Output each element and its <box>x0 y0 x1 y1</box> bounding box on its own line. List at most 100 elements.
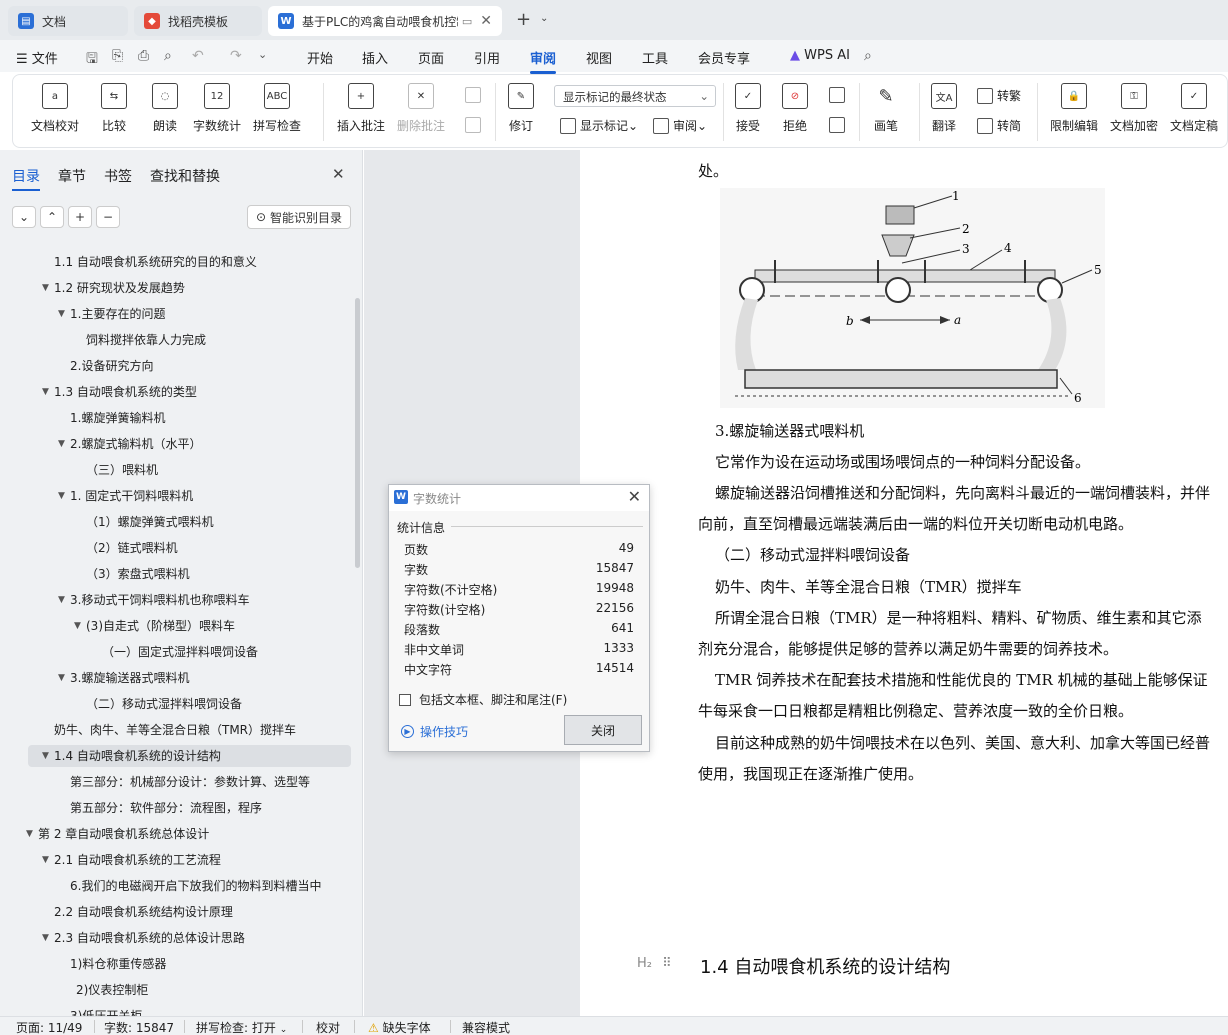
scrollbar-thumb[interactable] <box>355 298 360 568</box>
close-tab-icon[interactable]: ✕ <box>480 13 492 29</box>
next-comment-button[interactable] <box>465 117 485 133</box>
toc-item[interactable]: ▼ 1.主要存在的问题 <box>0 303 355 325</box>
menu-reference[interactable]: 引用 <box>474 48 500 67</box>
tab-bookmarks[interactable]: 书签 <box>104 166 132 186</box>
monitor-icon[interactable]: ▭ <box>462 15 472 28</box>
wps-ai-button[interactable]: ▲ WPS AI <box>790 48 850 63</box>
toc-item[interactable]: ▼ 1.2 研究现状及发展趋势 <box>0 277 355 299</box>
print-preview-icon[interactable]: ⌕ <box>164 48 172 64</box>
tab-docs[interactable]: ▤ 文档 <box>8 6 128 36</box>
insert-comment-button[interactable]: + 插入批注 <box>337 83 385 143</box>
reject-button[interactable]: ⊘ 拒绝 <box>782 83 808 143</box>
toc-item[interactable]: 第三部分：机械部分设计：参数计算、选型等 <box>0 771 355 793</box>
spell-check-status[interactable]: 拼写检查: 打开 ⌄ <box>196 1019 287 1035</box>
expand-arrow-icon[interactable]: ▼ <box>26 823 33 845</box>
restrict-edit-button[interactable]: 🔒 限制编辑 <box>1050 83 1098 143</box>
expand-down-button[interactable]: ⌄ <box>12 206 36 228</box>
expand-arrow-icon[interactable]: ▼ <box>58 589 65 611</box>
export-icon[interactable]: ⎘ <box>112 48 123 64</box>
toc-item[interactable]: ▼ 3.螺旋输送器式喂料机 <box>0 667 355 689</box>
revise-button[interactable]: ✎ 修订 <box>508 83 534 143</box>
toc-item[interactable]: 6.我们的电磁阀开启下放我们的物料到料槽当中 <box>0 875 355 897</box>
next-change-button[interactable] <box>829 117 849 133</box>
toc-item[interactable]: （3）索盘式喂料机 <box>0 563 355 585</box>
to-traditional-button[interactable]: 转繁 <box>977 87 1021 104</box>
menu-view[interactable]: 视图 <box>586 48 612 67</box>
expand-arrow-icon[interactable]: ▼ <box>42 849 49 871</box>
close-icon[interactable]: ✕ <box>628 487 641 506</box>
expand-arrow-icon[interactable]: ▼ <box>58 303 65 325</box>
file-menu[interactable]: ☰ 文件 <box>16 48 58 67</box>
dialog-titlebar[interactable]: W 字数统计 ✕ <box>389 485 649 511</box>
toc-item[interactable]: ▼ 第 2 章自动喂食机系统总体设计 <box>0 823 355 845</box>
toc-item[interactable]: ▼ 2.螺旋式输料机（水平） <box>0 433 355 455</box>
toc-item[interactable]: ▼ 2.3 自动喂食机系统的总体设计思路 <box>0 927 355 949</box>
expand-arrow-icon[interactable]: ▼ <box>42 381 49 403</box>
menu-start[interactable]: 开始 <box>307 48 333 67</box>
close-button[interactable]: 关闭 <box>564 715 642 745</box>
smart-toc-button[interactable]: ⊙ 智能识别目录 <box>247 205 351 229</box>
finalize-button[interactable]: ✓ 文档定稿 <box>1170 83 1218 143</box>
toc-item[interactable]: 奶牛、肉牛、羊等全混合日粮（TMR）搅拌车 <box>0 719 355 741</box>
toc-item[interactable]: ▼ 1. 固定式干饲料喂料机 <box>0 485 355 507</box>
tab-toc[interactable]: 目录 <box>12 166 40 191</box>
menu-page[interactable]: 页面 <box>418 48 444 67</box>
print-icon[interactable]: ⎙ <box>138 48 149 64</box>
review-pane-button[interactable]: 审阅 ⌄ <box>653 117 707 134</box>
expand-arrow-icon[interactable]: ▼ <box>42 927 49 949</box>
menu-insert[interactable]: 插入 <box>362 48 388 67</box>
menu-review[interactable]: 审阅 <box>530 48 557 74</box>
ink-button[interactable]: ✎ 画笔 <box>873 83 899 143</box>
tips-link[interactable]: ▶ 操作技巧 <box>401 723 468 740</box>
toc-item[interactable]: （2）链式喂料机 <box>0 537 355 559</box>
toc-item[interactable]: 2.设备研究方向 <box>0 355 355 377</box>
toc-item[interactable]: 1)料仓称重传感器 <box>0 953 355 975</box>
word-count-button[interactable]: 12 字数统计 <box>193 83 241 143</box>
to-simplified-button[interactable]: 转简 <box>977 117 1021 134</box>
delete-comment-button[interactable]: ✕ 删除批注 <box>397 83 445 143</box>
heading-level-marker[interactable]: H₂ ⠿ <box>637 956 672 971</box>
toc-item[interactable]: （二）移动式湿拌料喂饲设备 <box>0 693 355 715</box>
encrypt-button[interactable]: ⚿ 文档加密 <box>1110 83 1158 143</box>
save-icon[interactable]: 🖫 <box>86 48 98 72</box>
expand-arrow-icon[interactable]: ▼ <box>58 485 65 507</box>
chevron-down-icon[interactable]: ⌄ <box>540 13 548 24</box>
toc-item[interactable]: ▼ 2.1 自动喂食机系统的工艺流程 <box>0 849 355 871</box>
toc-item[interactable]: ▼ 3.移动式干饲料喂料机也称喂料车 <box>0 589 355 611</box>
expand-arrow-icon[interactable]: ▼ <box>42 745 49 767</box>
drag-handle-icon[interactable]: ⠿ <box>662 956 672 971</box>
toc-item[interactable]: （1）螺旋弹簧式喂料机 <box>0 511 355 533</box>
toc-item[interactable]: 2)仪表控制柜 <box>0 979 355 1001</box>
include-textbox-checkbox[interactable]: 包括文本框、脚注和尾注(F) <box>399 691 567 708</box>
new-tab-icon[interactable]: + <box>516 9 531 30</box>
tab-find-replace[interactable]: 查找和替换 <box>150 166 220 186</box>
toc-item[interactable]: （三）喂料机 <box>0 459 355 481</box>
word-count-status[interactable]: 字数: 15847 <box>104 1019 174 1035</box>
more-chevron-icon[interactable]: ⌄ <box>258 48 267 61</box>
tab-document[interactable]: W 基于PLC的鸡禽自动喂食机控制 ▭ ✕ <box>268 6 502 36</box>
show-markup-button[interactable]: 显示标记 ⌄ <box>560 117 638 134</box>
tab-chapters[interactable]: 章节 <box>58 166 86 186</box>
expand-arrow-icon[interactable]: ▼ <box>58 667 65 689</box>
search-icon[interactable]: ⌕ <box>864 48 872 64</box>
menu-vip[interactable]: 会员专享 <box>698 48 750 67</box>
toc-item[interactable]: ▼ 1.3 自动喂食机系统的类型 <box>0 381 355 403</box>
markup-display-select[interactable]: 显示标记的最终状态 ⌄ <box>554 85 716 107</box>
toc-item[interactable]: 2.2 自动喂食机系统结构设计原理 <box>0 901 355 923</box>
toc-item[interactable]: （一）固定式湿拌料喂饲设备 <box>0 641 355 663</box>
close-panel-icon[interactable]: ✕ <box>332 165 345 183</box>
toc-item[interactable]: 第五部分：软件部分：流程图，程序 <box>0 797 355 819</box>
translate-button[interactable]: 文A 翻译 <box>931 83 957 143</box>
proof-status[interactable]: 校对 <box>316 1019 340 1035</box>
undo-icon[interactable]: ↶ <box>192 48 204 64</box>
remove-heading-button[interactable]: − <box>96 206 120 228</box>
menu-tools[interactable]: 工具 <box>642 48 668 67</box>
missing-font-status[interactable]: ⚠ 缺失字体 <box>368 1019 431 1035</box>
doc-check-button[interactable]: a 文档校对 <box>31 83 79 143</box>
redo-icon[interactable]: ↷ <box>230 48 242 64</box>
page-indicator[interactable]: 页面: 11/49 <box>16 1019 82 1035</box>
read-aloud-button[interactable]: ◌ 朗读 <box>152 83 178 143</box>
toc-item[interactable]: 1.螺旋弹簧输料机 <box>0 407 355 429</box>
toc-item[interactable]: ▼ 1.4 自动喂食机系统的设计结构 <box>28 745 351 767</box>
prev-change-button[interactable] <box>829 87 849 103</box>
